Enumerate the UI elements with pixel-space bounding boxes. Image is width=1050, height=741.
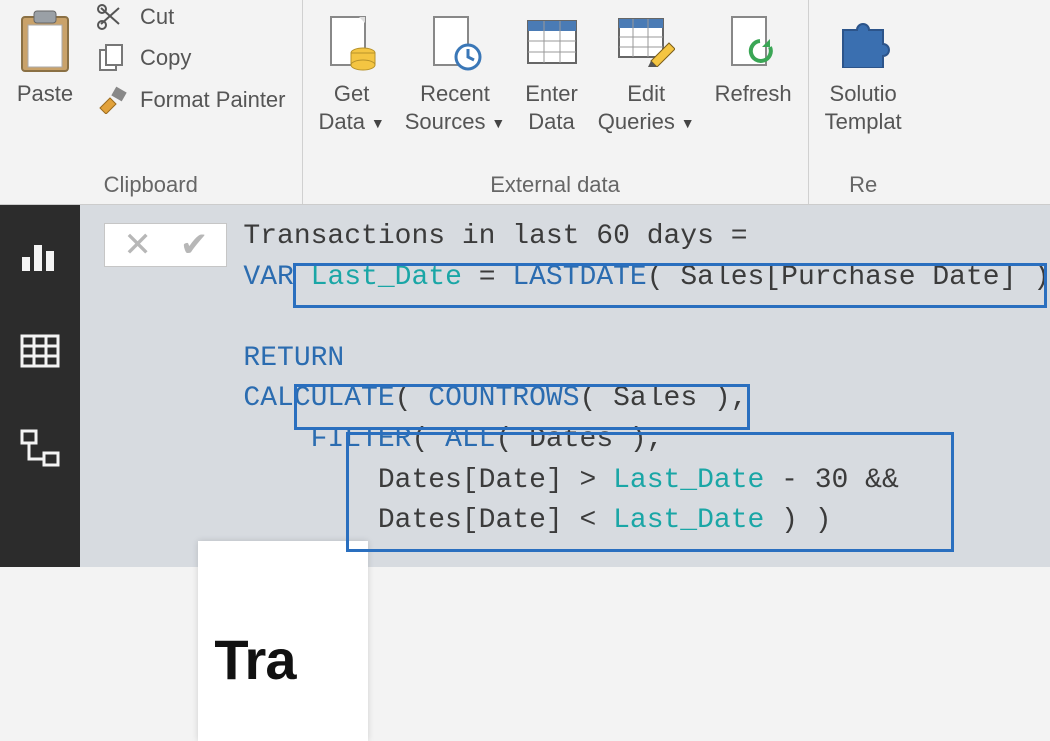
relationship-icon: [20, 429, 60, 467]
tok-open-calc: (: [395, 383, 429, 414]
scissors-icon: [94, 4, 130, 30]
enter-data-label-2: Data: [528, 108, 574, 136]
tok-arg-countrows: ( Sales ),: [580, 383, 748, 414]
cancel-formula-button[interactable]: ✕: [123, 228, 152, 262]
copy-label: Copy: [140, 45, 191, 71]
external-data-group-label: External data: [309, 168, 802, 204]
model-view-button[interactable]: [20, 429, 60, 472]
data-view-button[interactable]: [20, 334, 60, 373]
paintbrush-icon: [94, 86, 130, 114]
tok-arg-all: ( Dates ),: [496, 424, 664, 455]
recent-sources-button[interactable]: Recent Sources ▼: [395, 0, 515, 168]
recent-sources-label-1: Recent: [420, 80, 490, 108]
edit-queries-label-2: Queries: [598, 109, 675, 134]
formula-bar: ✕ ✔ Transactions in last 60 days = VAR L…: [104, 217, 1050, 542]
tok-open-filter: (: [411, 424, 445, 455]
commit-formula-button[interactable]: ✔: [180, 228, 209, 262]
puzzle-icon: [835, 4, 891, 80]
tok-var-name: Last_Date: [311, 262, 462, 293]
code-line-1: Transactions in last 60 days =: [243, 221, 747, 252]
tok-cond1-var: Last_Date: [613, 465, 764, 496]
copy-icon: [94, 44, 130, 72]
ribbon-group-external-data: Get Data ▼ Recent Sources ▼ Enter Data: [303, 0, 809, 204]
cut-button[interactable]: Cut: [90, 2, 290, 32]
cut-label: Cut: [140, 4, 174, 30]
edit-queries-label-1: Edit: [627, 80, 665, 108]
get-data-button[interactable]: Get Data ▼: [309, 0, 395, 168]
page-clock-icon: [428, 4, 482, 80]
tok-cond1-lhs: Dates[Date] >: [378, 465, 613, 496]
clipboard-icon: [16, 4, 74, 80]
tok-countrows: COUNTROWS: [428, 383, 579, 414]
tok-close: ) ): [764, 505, 831, 536]
left-nav-rail: [0, 205, 80, 567]
ribbon: Paste Cut Copy: [0, 0, 1050, 205]
tok-return-kw: RETURN: [243, 343, 344, 374]
card-visual[interactable]: Tra: [198, 541, 368, 741]
card-visual-title: Tra: [214, 627, 356, 692]
clipboard-group-label: Clipboard: [6, 168, 296, 204]
solution-templates-label-1: Solutio: [830, 80, 897, 108]
tok-indent1: [243, 424, 310, 455]
page-refresh-icon: [726, 4, 780, 80]
ribbon-group-resources: Solutio Templat Re: [809, 0, 918, 204]
ribbon-group-clipboard: Paste Cut Copy: [0, 0, 303, 204]
tok-lastdate: LASTDATE: [512, 262, 646, 293]
formula-bar-actions: ✕ ✔: [104, 223, 227, 267]
tok-filter: FILTER: [311, 424, 412, 455]
format-painter-button[interactable]: Format Painter: [90, 84, 290, 116]
recent-sources-label-2: Sources: [405, 109, 486, 134]
report-view-button[interactable]: [20, 239, 60, 278]
formula-editor[interactable]: Transactions in last 60 days = VAR Last_…: [243, 217, 1050, 542]
solution-templates-button[interactable]: Solutio Templat: [815, 0, 912, 168]
resources-group-label: Re: [815, 168, 912, 204]
copy-button[interactable]: Copy: [90, 42, 290, 74]
tok-lastdate-arg: ( Sales[Purchase Date] ): [647, 262, 1050, 293]
chevron-down-icon: ▼: [367, 115, 385, 131]
table-icon: [20, 334, 60, 368]
tok-calculate: CALCULATE: [243, 383, 394, 414]
tok-all: ALL: [445, 424, 495, 455]
tok-eq: =: [462, 262, 512, 293]
enter-data-button[interactable]: Enter Data: [515, 0, 588, 168]
tok-cond2-lhs: Dates[Date] <: [378, 505, 613, 536]
format-painter-label: Format Painter: [140, 87, 286, 113]
chevron-down-icon: ▼: [487, 115, 505, 131]
grid-pencil-icon: [617, 4, 675, 80]
edit-queries-button[interactable]: Edit Queries ▼: [588, 0, 705, 168]
tok-indent2a: [243, 465, 377, 496]
bar-chart-icon: [20, 239, 60, 273]
refresh-label: Refresh: [715, 80, 792, 108]
get-data-label-2: Data: [319, 109, 365, 134]
refresh-button[interactable]: Refresh: [705, 0, 802, 168]
page-db-icon: [325, 4, 379, 80]
paste-button[interactable]: Paste: [6, 0, 84, 168]
enter-data-label-1: Enter: [525, 80, 578, 108]
tok-var-kw: VAR: [243, 262, 293, 293]
tok-cond2-var: Last_Date: [613, 505, 764, 536]
get-data-label-1: Get: [334, 80, 369, 108]
report-canvas[interactable]: ✕ ✔ Transactions in last 60 days = VAR L…: [80, 205, 1050, 567]
chevron-down-icon: ▼: [677, 115, 695, 131]
main-area: ✕ ✔ Transactions in last 60 days = VAR L…: [0, 205, 1050, 567]
tok-cond1-mid: - 30 &&: [764, 465, 898, 496]
paste-label: Paste: [17, 80, 73, 108]
tok-indent2b: [243, 505, 377, 536]
grid-icon: [526, 4, 578, 80]
solution-templates-label-2: Templat: [825, 108, 902, 136]
